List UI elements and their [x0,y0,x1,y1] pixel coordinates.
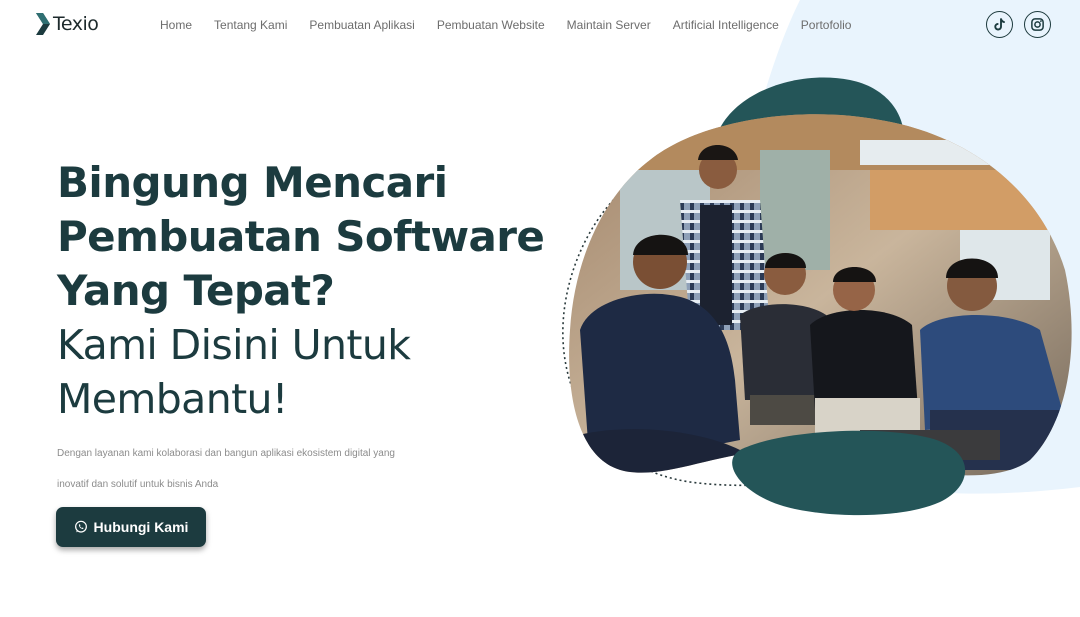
tiktok-button[interactable] [986,11,1013,38]
hero-subtitle-line: Kami Disini Untuk [57,321,411,369]
nav-tentang-kami[interactable]: Tentang Kami [214,18,287,32]
instagram-button[interactable] [1024,11,1051,38]
nav-maintain-server[interactable]: Maintain Server [567,18,651,32]
logo[interactable]: Texio [35,12,99,36]
nav-pembuatan-aplikasi[interactable]: Pembuatan Aplikasi [309,18,414,32]
logo-text: Texio [53,13,99,35]
tiktok-icon [994,18,1005,31]
hero-subtitle-line: Membantu! [57,375,288,423]
contact-us-button[interactable]: Hubungi Kami [56,507,206,547]
instagram-icon [1031,18,1044,31]
hero-description: Dengan layanan kami kolaborasi dan bangu… [57,438,447,500]
hero-heading: Bingung Mencari Pembuatan Software Yang … [57,156,557,426]
hero-description-line: Dengan layanan kami kolaborasi dan bangu… [57,448,395,459]
whatsapp-icon [74,520,87,533]
logo-chevron-icon [36,13,50,35]
nav-artificial-intelligence[interactable]: Artificial Intelligence [673,18,779,32]
nav-pembuatan-website[interactable]: Pembuatan Website [437,18,545,32]
hero-title-line: Yang Tepat? [57,266,335,315]
hero-title-line: Pembuatan Software [57,212,545,261]
main-nav: Home Tentang Kami Pembuatan Aplikasi Pem… [160,18,873,32]
nav-home[interactable]: Home [160,18,192,32]
nav-portofolio[interactable]: Portofolio [801,18,852,32]
hero-description-line: inovatif dan solutif untuk bisnis Anda [57,479,219,490]
contact-us-label: Hubungi Kami [93,519,189,535]
hero-title-line: Bingung Mencari [57,158,448,207]
